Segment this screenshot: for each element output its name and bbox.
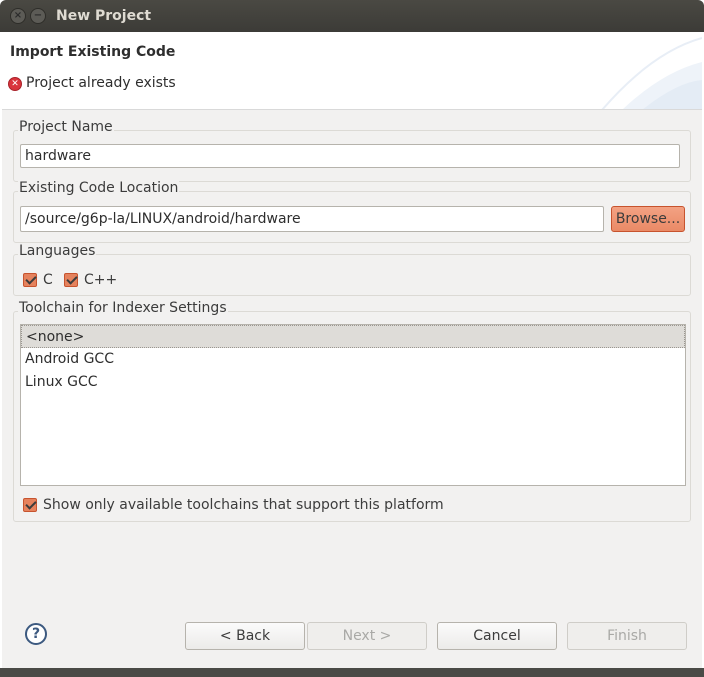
toolchain-label: Toolchain for Indexer Settings xyxy=(18,300,228,316)
show-only-available-checkbox[interactable] xyxy=(23,498,37,512)
wizard-page-title: Import Existing Code xyxy=(10,44,176,60)
show-only-available-label: Show only available toolchains that supp… xyxy=(43,497,444,513)
languages-label: Languages xyxy=(18,243,97,259)
header-decoration xyxy=(601,37,702,109)
language-c-label: C xyxy=(43,272,53,288)
window-title: New Project xyxy=(56,8,152,24)
back-button[interactable]: < Back xyxy=(185,622,305,650)
next-button[interactable]: Next > xyxy=(307,622,427,650)
error-message-row: ✕ Project already exists xyxy=(8,75,176,91)
code-location-input[interactable] xyxy=(20,206,604,232)
minimize-window-button[interactable]: − xyxy=(30,8,46,24)
language-cpp-row[interactable]: C++ xyxy=(64,272,117,288)
language-cpp-checkbox[interactable] xyxy=(64,273,78,287)
project-name-group: Project Name xyxy=(13,119,691,182)
cancel-button[interactable]: Cancel xyxy=(437,622,557,650)
code-location-group: Existing Code Location Browse... xyxy=(13,180,691,243)
help-icon[interactable]: ? xyxy=(25,623,47,645)
close-window-button[interactable]: × xyxy=(10,8,26,24)
window-bottom-edge xyxy=(0,668,704,677)
language-cpp-label: C++ xyxy=(84,272,118,288)
error-icon: ✕ xyxy=(8,77,22,91)
show-only-available-row[interactable]: Show only available toolchains that supp… xyxy=(23,497,444,513)
wizard-body: Project Name Existing Code Location Brow… xyxy=(2,110,702,668)
toolchain-item-android-gcc[interactable]: Android GCC xyxy=(21,348,685,371)
browse-button[interactable]: Browse... xyxy=(611,206,685,232)
toolchain-group: Toolchain for Indexer Settings <none> An… xyxy=(13,300,691,522)
toolchain-list[interactable]: <none> Android GCC Linux GCC xyxy=(20,324,686,486)
code-location-label: Existing Code Location xyxy=(18,180,180,196)
languages-group: Languages C C++ xyxy=(13,243,691,296)
language-c-checkbox[interactable] xyxy=(23,273,37,287)
error-message: Project already exists xyxy=(26,75,176,91)
wizard-header: Import Existing Code ✕ Project already e… xyxy=(2,32,702,110)
project-name-label: Project Name xyxy=(18,119,114,135)
toolchain-item-linux-gcc[interactable]: Linux GCC xyxy=(21,371,685,394)
title-bar: × − New Project xyxy=(0,0,704,32)
project-name-input[interactable] xyxy=(20,144,680,168)
language-c-row[interactable]: C xyxy=(23,272,53,288)
finish-button[interactable]: Finish xyxy=(567,622,687,650)
toolchain-item-none[interactable]: <none> xyxy=(21,325,685,348)
